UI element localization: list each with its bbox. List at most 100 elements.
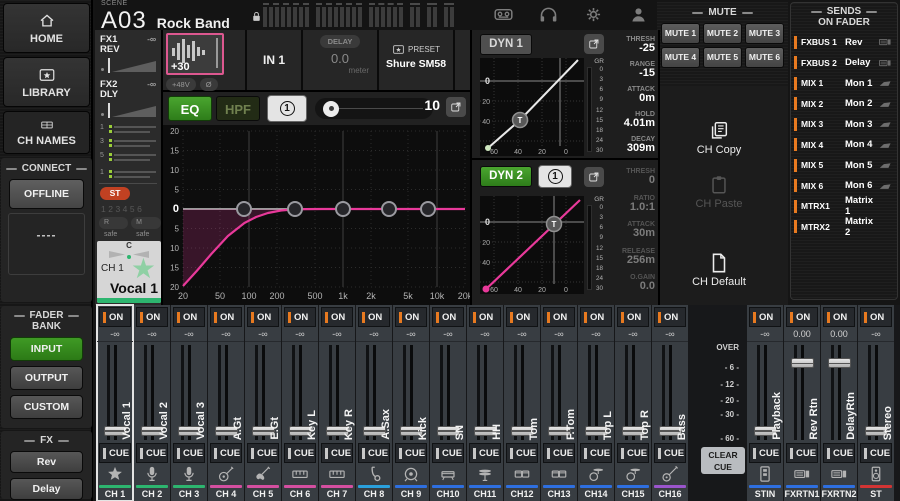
cue-button[interactable]: CUE — [247, 443, 279, 463]
on-button[interactable]: ON — [99, 307, 131, 327]
mute-button[interactable]: MUTE 1 — [661, 23, 700, 44]
channel-strip[interactable]: ON-∞Key LCUECH 6 — [282, 305, 318, 501]
cue-button[interactable]: CUE — [543, 443, 575, 463]
cue-button[interactable]: CUE — [99, 443, 131, 463]
channel-id-block[interactable]: CH10 — [430, 485, 466, 501]
eq-on-button[interactable]: EQ — [168, 96, 212, 121]
channel-id-block[interactable]: CH 9 — [393, 485, 429, 501]
on-button[interactable]: ON — [210, 307, 242, 327]
channel-strip[interactable]: ON-∞StereoCUEST — [858, 305, 894, 501]
sends-on-fader-row[interactable]: MTRX2Matrix 2 — [794, 217, 894, 238]
on-button[interactable]: ON — [506, 307, 538, 327]
channel-fader[interactable]: Kick — [393, 341, 429, 443]
channel-id-block[interactable]: CH13 — [541, 485, 577, 501]
on-button[interactable]: ON — [823, 307, 855, 327]
phase-button[interactable]: Ø — [200, 78, 218, 91]
offline-button[interactable]: OFFLINE — [9, 179, 84, 209]
channel-id-block[interactable]: CH14 — [578, 485, 614, 501]
headphones-icon[interactable] — [538, 4, 559, 25]
channel-fader[interactable]: Top R — [615, 341, 651, 443]
dyn-param[interactable]: HOLD4.01m — [599, 111, 655, 136]
channel-icon-wrap[interactable] — [504, 463, 540, 485]
clear-cue-button[interactable]: CLEAR CUE — [701, 447, 745, 474]
recorder-icon[interactable] — [493, 4, 514, 25]
cue-button[interactable]: CUE — [358, 443, 390, 463]
cue-button[interactable]: CUE — [749, 443, 781, 463]
cue-button[interactable]: CUE — [506, 443, 538, 463]
cue-button[interactable]: CUE — [786, 443, 818, 463]
user-icon[interactable] — [628, 4, 649, 25]
channel-strip[interactable]: ON-∞Top RCUECH15 — [615, 305, 651, 501]
channel-id-block[interactable]: CH16 — [652, 485, 688, 501]
cue-button[interactable]: CUE — [173, 443, 205, 463]
channel-icon-wrap[interactable] — [467, 463, 503, 485]
mute-button[interactable]: MUTE 2 — [703, 23, 742, 44]
channel-fader[interactable]: Stereo — [858, 341, 894, 443]
connect-status-box[interactable]: ---- — [8, 213, 85, 275]
channel-fader[interactable]: Vocal 2 — [134, 341, 170, 443]
on-button[interactable]: ON — [654, 307, 686, 327]
sends-on-fader-row[interactable]: MTRX1Matrix 1 — [794, 196, 894, 217]
dyn-param[interactable]: DECAY309m — [599, 136, 655, 161]
channel-icon-wrap[interactable] — [615, 463, 651, 485]
fader-bank-input[interactable]: INPUT — [10, 337, 83, 361]
delay-cell[interactable]: DELAY 0.0 meter — [303, 30, 379, 90]
channel-id-block[interactable]: CH15 — [615, 485, 651, 501]
cue-button[interactable]: CUE — [617, 443, 649, 463]
gain-cell[interactable]: +30 +48V Ø — [163, 30, 247, 90]
channel-fader[interactable]: Key R — [319, 341, 355, 443]
channel-id-block[interactable]: CH 2 — [134, 485, 170, 501]
channel-id-block[interactable]: CH12 — [504, 485, 540, 501]
on-button[interactable]: ON — [173, 307, 205, 327]
mini-send-row[interactable]: 3 — [100, 138, 156, 148]
dyn2-graph[interactable]: T 020406040200 — [480, 196, 584, 294]
channel-icon-wrap[interactable] — [430, 463, 466, 485]
channel-fader[interactable]: SN — [430, 341, 466, 443]
on-button[interactable]: ON — [617, 307, 649, 327]
recall-safe-badge[interactable]: R safe — [99, 217, 128, 229]
channel-fader[interactable]: F.Tom — [541, 341, 577, 443]
dyn2-button[interactable]: DYN 2 — [480, 166, 532, 187]
eq-graph[interactable]: 20501002005001k2k5k10k20k201510505101520 — [163, 125, 470, 305]
on-button[interactable]: ON — [749, 307, 781, 327]
channel-fader[interactable]: E.Gt — [245, 341, 281, 443]
sends-on-fader-row[interactable]: FXBUS 1Rev — [794, 32, 894, 53]
channel-icon-wrap[interactable] — [282, 463, 318, 485]
channel-strip[interactable]: ON-∞Vocal 1CUECH 1 — [97, 305, 133, 501]
cue-button[interactable]: CUE — [860, 443, 892, 463]
mute-button[interactable]: MUTE 5 — [703, 47, 742, 68]
channel-fader[interactable]: Rev Rtn — [784, 341, 820, 443]
on-button[interactable]: ON — [284, 307, 316, 327]
channel-fader[interactable]: HH — [467, 341, 503, 443]
on-button[interactable]: ON — [432, 307, 464, 327]
mix-sends-overview[interactable]: 1351 — [100, 124, 156, 179]
on-button[interactable]: ON — [580, 307, 612, 327]
channel-id-block[interactable]: CH 1 — [97, 485, 133, 501]
channel-icon-wrap[interactable] — [319, 463, 355, 485]
sends-on-fader-row[interactable]: MIX 6Mon 6 — [794, 176, 894, 197]
cue-button[interactable]: CUE — [210, 443, 242, 463]
on-button[interactable]: ON — [395, 307, 427, 327]
channel-strip[interactable]: ON0.00DelayRtnCUEFXRTN2 — [821, 305, 857, 501]
channel-icon-wrap[interactable] — [784, 463, 820, 485]
dyn-param[interactable]: RELEASE256m — [599, 248, 655, 275]
channel-id-block[interactable]: CH 4 — [208, 485, 244, 501]
cue-button[interactable]: CUE — [469, 443, 501, 463]
on-button[interactable]: ON — [247, 307, 279, 327]
channel-icon-wrap[interactable] — [97, 463, 133, 485]
channel-strip[interactable]: ON-∞A.GtCUECH 4 — [208, 305, 244, 501]
cue-button[interactable]: CUE — [284, 443, 316, 463]
channel-fader[interactable]: A.Sax — [356, 341, 392, 443]
dyn1-graph[interactable]: T 020406040200 — [480, 58, 584, 156]
channel-fader[interactable]: Tom — [504, 341, 540, 443]
phantom-button[interactable]: +48V — [166, 78, 196, 91]
channel-icon-wrap[interactable] — [356, 463, 392, 485]
channel-icon-wrap[interactable] — [858, 463, 894, 485]
on-button[interactable]: ON — [321, 307, 353, 327]
channel-strip[interactable]: ON-∞Vocal 2CUECH 2 — [134, 305, 170, 501]
fader-bank-output[interactable]: OUTPUT — [10, 366, 83, 390]
channel-id-block[interactable]: CH 7 — [319, 485, 355, 501]
fx1-fader[interactable] — [100, 57, 156, 73]
st-assign-badge[interactable]: ST — [100, 187, 130, 200]
home-button[interactable]: HOME — [3, 3, 90, 53]
